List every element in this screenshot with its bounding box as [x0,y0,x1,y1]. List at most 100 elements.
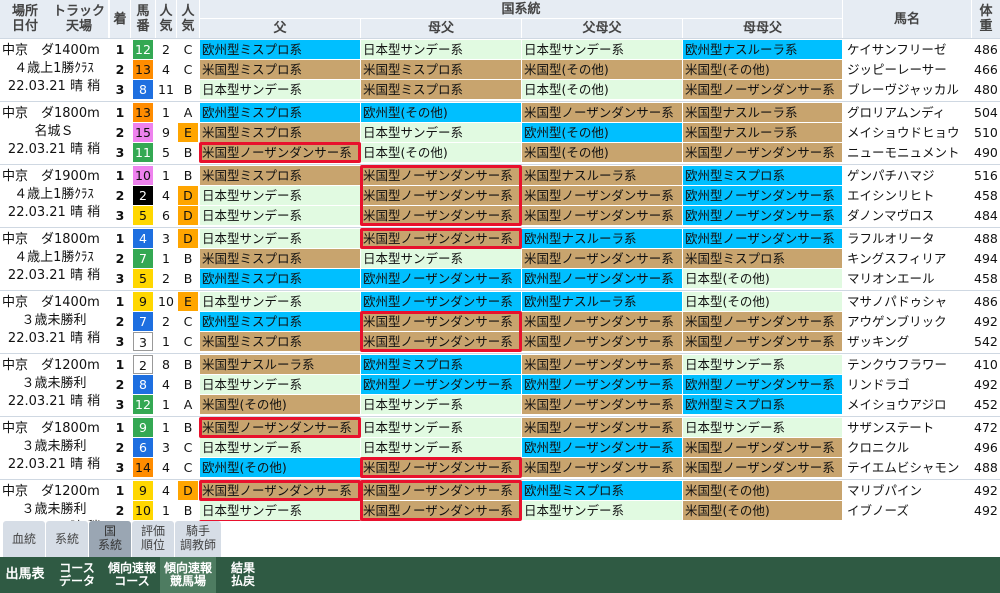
header-sire: 父 [200,19,360,38]
race-info-line3: 22.03.21 晴 稍 [7,394,101,409]
lineage-cell: 米国型ノーザンダンサー系 [361,186,521,205]
lineage-cell: 欧州型ノーザンダンサー系 [522,375,682,394]
lineage-cell: 米国型ノーザンダンサー系 [522,395,682,414]
horse-number: 4 [133,229,153,248]
finish-position: 1 [115,483,125,498]
view-tab[interactable]: 騎手 調教師 [175,521,221,557]
lineage-cell: 米国型ノーザンダンサー系 [522,186,682,205]
race-info-line3: 22.03.21 晴 稍 [7,457,101,472]
lineage-cell: 米国型ミスプロ系 [683,249,842,268]
popularity-mark: B [183,82,193,97]
header-horse-name: 馬名 [843,0,971,38]
race-info-line1: 中京 ダ1900m [2,169,100,184]
body-weight: 452 [974,397,998,412]
lineage-cell: 欧州型ミスプロ系 [200,40,360,59]
race-info: 中京 ダ1400m ４歳上1勝ｸﾗｽ 22.03.21 晴 稍 [2,42,106,96]
lineage-cell: 日本型(その他) [683,292,842,311]
popularity-mark: C [183,62,193,77]
popularity-mark: C [183,460,193,475]
horse-number: 9 [133,292,153,311]
horse-name: クロニクル [845,438,971,457]
lineage-cell: 日本型サンデー系 [200,375,360,394]
footer-nav-item[interactable]: 傾向速報 競馬場 [160,557,216,593]
view-tab[interactable]: 評価 順位 [132,521,174,557]
footer-nav-item[interactable]: 傾向速報 コース [106,557,158,593]
body-weight: 486 [974,294,998,309]
header-damsire: 母父 [361,19,521,38]
lineage-cell: 日本型サンデー系 [522,40,682,59]
lineage-cell: 日本型サンデー系 [361,123,521,142]
body-weight: 516 [974,168,998,183]
lineage-cell: 欧州型ノーザンダンサー系 [361,292,521,311]
lineage-cell: 米国型ノーザンダンサー系 [522,249,682,268]
race-info: 中京 ダ1800m 名城Ｓ 22.03.21 晴 稍 [2,105,106,159]
race-separator [0,479,1000,480]
popularity-rank: 6 [162,208,170,223]
horse-number: 10 [133,501,153,520]
horse-number: 2 [133,355,153,374]
race-info-line2: ４歳上1勝ｸﾗｽ [14,250,94,265]
lineage-cell: 米国型ノーザンダンサー系 [683,458,842,477]
lineage-cell: 欧州型ミスプロ系 [200,103,360,122]
lineage-cell: 米国型ナスルーラ系 [683,103,842,122]
race-info-line2: ３歳未勝利 [21,376,87,391]
race-info-line1: 中京 ダ1400m [2,295,100,310]
lineage-cell: 米国型ミスプロ系 [200,332,360,351]
race-info-line2: ３歳未勝利 [21,313,87,328]
lineage-cell: 米国型ノーザンダンサー系 [200,143,360,162]
race-info: 中京 ダ1400m ３歳未勝利 22.03.21 晴 稍 [2,294,106,348]
finish-position: 3 [115,145,125,160]
finish-position: 2 [115,314,125,329]
lineage-cell: 米国型ノーザンダンサー系 [522,103,682,122]
popularity-mark: D [178,229,198,248]
popularity-mark: E [178,292,198,311]
finish-position: 1 [115,294,125,309]
popularity-rank: 1 [162,420,170,435]
horse-name: リンドラゴ [845,375,971,394]
lineage-cell: 米国型ノーザンダンサー系 [361,312,521,331]
view-tab[interactable]: 国 系統 [89,521,131,557]
finish-position: 2 [115,377,125,392]
horse-number: 5 [133,206,153,225]
popularity-mark: B [183,503,193,518]
lineage-cell: 米国型ノーザンダンサー系 [522,206,682,225]
popularity-mark: D [178,206,198,225]
lineage-cell: 米国型ノーザンダンサー系 [683,438,842,457]
header-popularity-mark: 人 気 [177,0,199,38]
footer-nav-item[interactable]: 結果 払戻 [218,557,268,593]
lineage-cell: 米国型ナスルーラ系 [200,355,360,374]
view-tab[interactable]: 系統 [46,521,88,557]
footer-nav-item[interactable]: 出馬表 [0,557,50,593]
body-weight: 492 [974,377,998,392]
lineage-cell: 欧州型(その他) [522,123,682,142]
lineage-cell: 米国型ミスプロ系 [361,80,521,99]
finish-position: 1 [115,357,125,372]
header-popularity: 人 気 [156,0,176,38]
horse-name: マリオンエール [845,269,971,288]
finish-position: 1 [115,420,125,435]
lineage-cell: 米国型ミスプロ系 [200,249,360,268]
footer-nav: 出馬表 コース データ 傾向速報 コース 傾向速報 競馬場 結果 払戻 [0,557,1000,593]
race-info-line3: 22.03.21 晴 稍 [7,331,101,346]
lineage-cell: 欧州型ノーザンダンサー系 [522,438,682,457]
popularity-rank: 1 [162,397,170,412]
race-separator [0,227,1000,228]
lineage-cell: 米国型ミスプロ系 [361,60,521,79]
lineage-cell: 欧州型ノーザンダンサー系 [522,269,682,288]
footer-nav-item[interactable]: コース データ [52,557,102,593]
lineage-cell: 米国型ノーザンダンサー系 [683,80,842,99]
finish-position: 2 [115,125,125,140]
lineage-cell: 米国型ノーザンダンサー系 [200,481,360,500]
race-info-line2: ４歳上1勝ｸﾗｽ [14,61,94,76]
view-tab[interactable]: 血統 [3,521,45,557]
lineage-cell: 米国型(その他) [200,395,360,414]
horse-number: 15 [133,123,153,142]
popularity-rank: 2 [162,314,170,329]
finish-position: 1 [115,231,125,246]
horse-number: 8 [133,375,153,394]
lineage-cell: 欧州型ノーザンダンサー系 [683,229,842,248]
horse-number: 2 [133,186,153,205]
finish-position: 3 [115,208,125,223]
body-weight: 484 [974,208,998,223]
lineage-cell: 米国型(その他) [683,501,842,520]
